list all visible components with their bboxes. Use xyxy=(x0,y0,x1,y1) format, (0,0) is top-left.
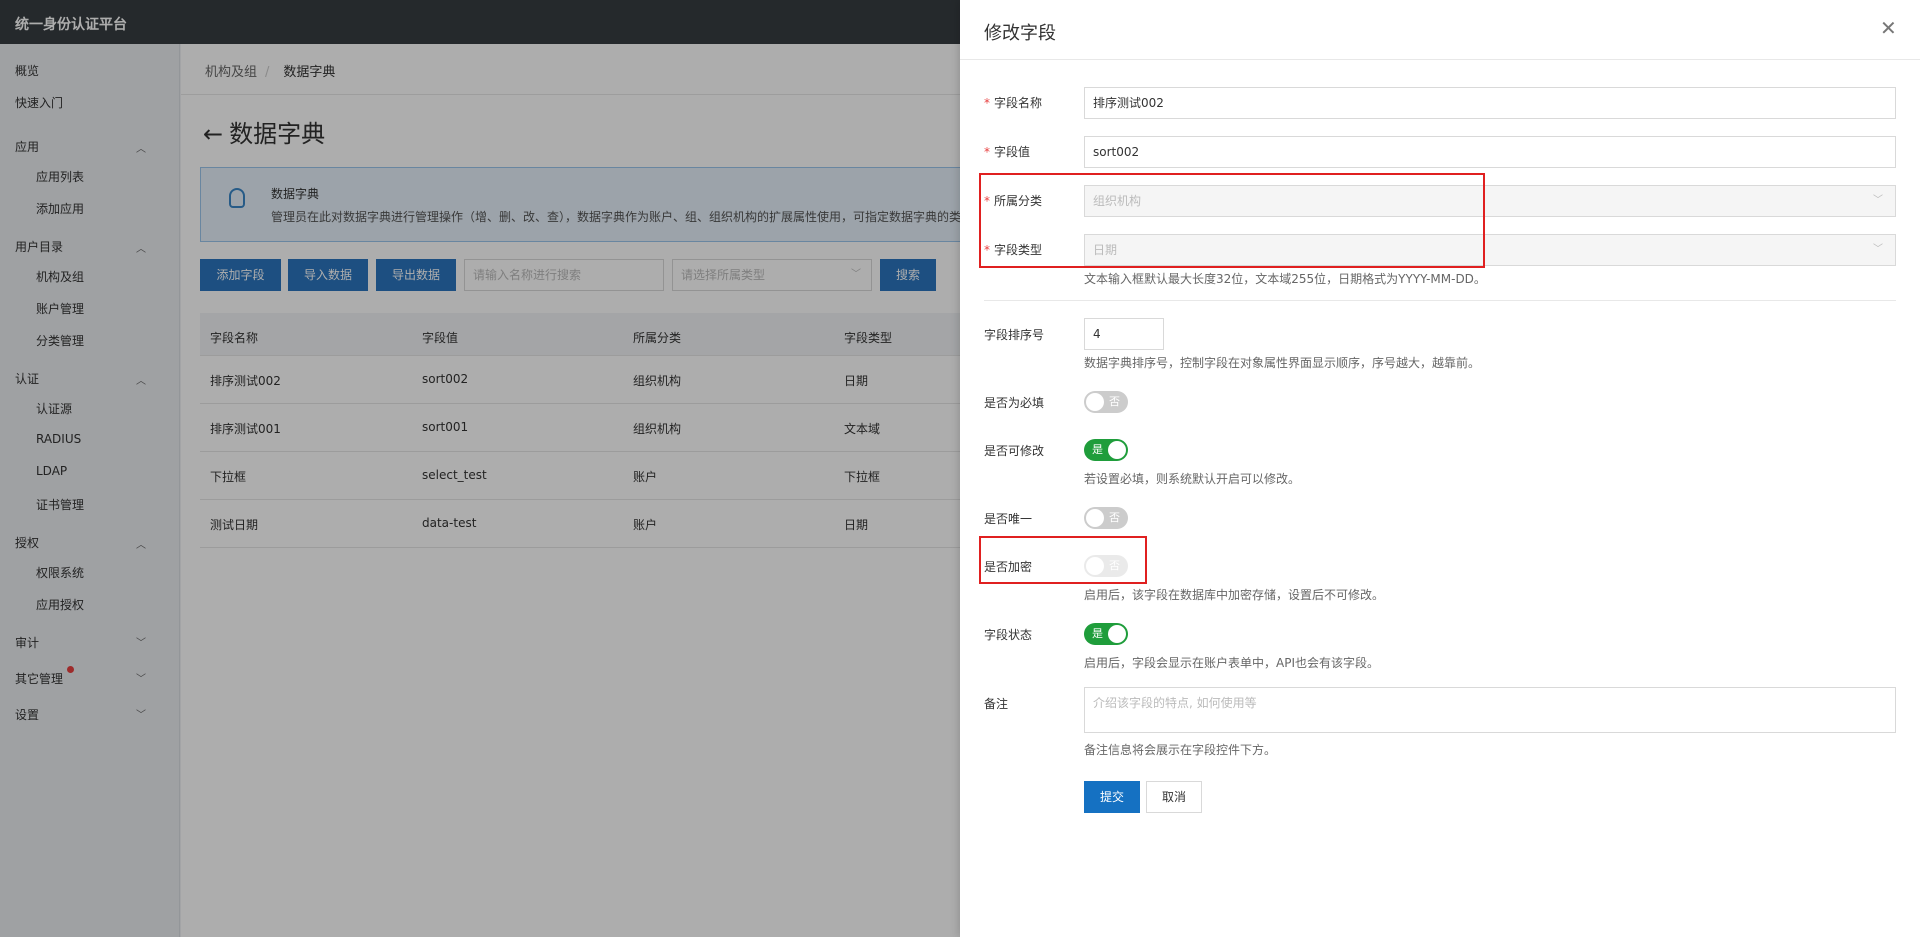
close-icon[interactable]: ✕ xyxy=(1880,18,1897,38)
unique-label: 是否唯一 xyxy=(984,512,1033,526)
toggle-knob xyxy=(1086,393,1104,411)
toggle-text: 是 xyxy=(1092,443,1103,456)
chevron-down-icon: ﹀ xyxy=(1873,195,1883,206)
required-mark: * xyxy=(984,145,990,159)
divider xyxy=(960,59,1920,60)
toggle-knob xyxy=(1108,625,1126,643)
field-value-input[interactable]: sort002 xyxy=(1084,136,1896,168)
required-toggle[interactable]: 否 xyxy=(1084,391,1128,413)
remark-textarea[interactable]: 介绍该字段的特点, 如何使用等 xyxy=(1084,687,1896,733)
order-label: 字段排序号 xyxy=(984,328,1045,342)
toggle-text: 是 xyxy=(1092,627,1103,640)
field-name-label: * 字段名称 xyxy=(984,94,1042,111)
field-value-label: * 字段值 xyxy=(984,143,1030,160)
required-mark: * xyxy=(984,96,990,110)
divider xyxy=(984,300,1896,301)
required-label: 是否为必填 xyxy=(984,396,1045,410)
editable-label: 是否可修改 xyxy=(984,444,1045,458)
status-help: 启用后，字段会显示在账户表单中，API也会有该字段。 xyxy=(1084,656,1379,670)
cancel-button[interactable]: 取消 xyxy=(1146,781,1202,813)
order-input[interactable]: 4 xyxy=(1084,318,1164,350)
editable-toggle[interactable]: 是 xyxy=(1084,439,1128,461)
highlight-box xyxy=(979,173,1485,268)
field-type-help: 文本输入框默认最大长度32位，文本域255位，日期格式为YYYY-MM-DD。 xyxy=(1084,272,1486,286)
submit-button[interactable]: 提交 xyxy=(1084,781,1140,813)
encrypt-help: 启用后，该字段在数据库中加密存储，设置后不可修改。 xyxy=(1084,588,1385,602)
toggle-text: 否 xyxy=(1109,395,1120,408)
drawer-title: 修改字段 xyxy=(984,23,1056,44)
modal-overlay[interactable] xyxy=(0,0,960,937)
editable-help: 若设置必填，则系统默认开启可以修改。 xyxy=(1084,472,1301,486)
status-toggle[interactable]: 是 xyxy=(1084,623,1128,645)
edit-field-drawer: 修改字段 ✕ * 字段名称 排序测试002 * 字段值 sort002 * 所属分类 … xyxy=(960,0,1920,937)
order-help: 数据字典排序号，控制字段在对象属性界面显示顺序，序号越大，越靠前。 xyxy=(1084,356,1481,370)
field-value-label-text: 字段值 xyxy=(994,145,1031,159)
remark-label: 备注 xyxy=(984,697,1009,711)
field-name-label-text: 字段名称 xyxy=(994,96,1043,110)
highlight-box xyxy=(979,536,1147,584)
unique-toggle[interactable]: 否 xyxy=(1084,507,1128,529)
toggle-knob xyxy=(1108,441,1126,459)
status-label: 字段状态 xyxy=(984,628,1033,642)
toggle-knob xyxy=(1086,509,1104,527)
field-name-input[interactable]: 排序测试002 xyxy=(1084,87,1896,119)
remark-help: 备注信息将会展示在字段控件下方。 xyxy=(1084,743,1277,757)
toggle-text: 否 xyxy=(1109,511,1120,524)
chevron-down-icon: ﹀ xyxy=(1873,244,1883,255)
